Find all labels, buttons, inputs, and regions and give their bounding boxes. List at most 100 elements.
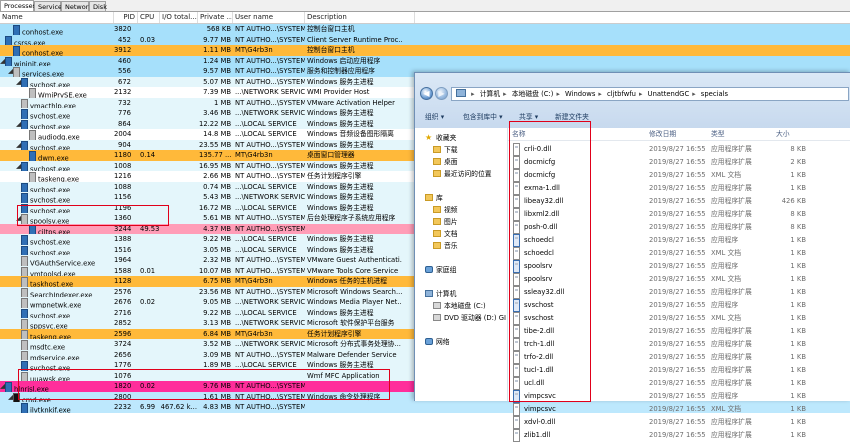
file-size: 1 KB	[790, 353, 806, 361]
breadcrumb-item[interactable]: UnattendGC	[648, 90, 690, 98]
process-private-bytes: 16.72 MB	[199, 203, 231, 212]
process-name-cell: ◢ wininit.exe	[0, 56, 114, 66]
folder-icon	[433, 218, 441, 225]
file-date: 2019/8/27 16:55	[649, 327, 706, 335]
process-private-bytes: 23.56 MB	[199, 287, 231, 296]
nav-item[interactable]: 家庭组	[425, 264, 456, 276]
tab-processes[interactable]: Processes	[0, 0, 36, 11]
process-name-cell: mdservice.exe	[0, 350, 130, 360]
process-pid: 556	[118, 67, 131, 75]
tab-network[interactable]: Network	[61, 1, 92, 11]
process-row[interactable]: conhost.exe 3912 1.11 MB MT\G4rb3n 控制台窗口主机	[0, 45, 850, 56]
breadcrumb-item[interactable]: specials	[701, 90, 728, 98]
file-size: 1 KB	[790, 301, 806, 309]
file-row[interactable]: xdvl-0.dll 2019/8/27 16:55 应用程序扩展 1 KB	[508, 416, 850, 429]
process-description: Microsoft 软件保护平台服务	[307, 319, 395, 327]
breadcrumb-item[interactable]: 本地磁盘 (C:)	[512, 90, 554, 98]
process-private-bytes: 5.43 MB	[203, 193, 231, 201]
nav-item[interactable]: 图片	[433, 216, 458, 228]
include-in-library-button[interactable]: 包含到库中 ▾	[463, 111, 503, 123]
process-private-bytes: 9.05 MB	[203, 298, 231, 306]
file-type: XML 文档	[711, 275, 742, 283]
nav-item[interactable]: ★ 收藏夹	[425, 132, 456, 144]
process-description: Windows 任务的主机进程	[307, 277, 388, 285]
process-name-cell: ilvtknkif.exe	[0, 402, 130, 413]
column-header-size[interactable]: 大小	[776, 128, 790, 140]
process-private-bytes: 7.39 MB	[203, 88, 231, 96]
process-description: Malware Defender Service	[307, 350, 397, 359]
breadcrumb-item[interactable]: 计算机	[480, 90, 500, 98]
process-row[interactable]: ◢ wininit.exe 460 1.24 MB NT AUTHO...\SYSTEM…	[0, 55, 850, 66]
file-size: 1 KB	[790, 327, 806, 335]
nav-item[interactable]: 本地磁盘 (C:)	[433, 300, 486, 312]
nav-item[interactable]: DVD 驱动器 (D:) GI	[433, 312, 506, 324]
nav-item[interactable]: 视频	[433, 204, 458, 216]
tab-disk[interactable]: Disk	[89, 1, 107, 11]
process-name-cell: wmpnetwk.exe	[0, 297, 130, 308]
file-size: 1 KB	[790, 314, 806, 322]
process-name-cell: ◢ services.exe	[0, 66, 122, 77]
column-header-date[interactable]: 修改日期	[649, 128, 676, 140]
favorites-star-icon: ★	[425, 133, 433, 142]
window-icon	[5, 56, 12, 66]
process-pid: 3820	[114, 25, 131, 33]
process-private-bytes: 2.66 MB	[203, 172, 231, 180]
breadcrumb-item[interactable]: Windows	[565, 90, 595, 98]
process-user-name: ...\NETWORK SERVICE	[235, 319, 305, 327]
column-header-cpu[interactable]: CPU	[138, 12, 160, 23]
nav-item[interactable]: 计算机	[425, 288, 456, 300]
process-name-cell: svchost.exe	[0, 308, 130, 318]
forward-button[interactable]: ▶	[435, 87, 448, 100]
tab-services[interactable]: Services	[34, 1, 65, 11]
nav-item[interactable]: 文档	[433, 228, 458, 240]
process-private-bytes: 135.77 ...	[199, 151, 231, 159]
process-row[interactable]: conhost.exe 3820 568 KB NT AUTHO...\SYSTEM 控…	[0, 24, 850, 35]
file-date: 2019/8/27 16:55	[649, 392, 706, 400]
window-icon	[29, 151, 36, 161]
process-io-total	[160, 297, 197, 308]
back-button[interactable]: ◀	[420, 87, 433, 100]
file-size: 1 KB	[790, 366, 806, 374]
column-header-description[interactable]: Description	[305, 12, 415, 23]
column-header-name[interactable]: Name	[0, 12, 114, 23]
file-type: 应用程序扩展	[711, 431, 752, 439]
process-name-cell: ◢ svchost.exe	[0, 161, 130, 171]
nav-item[interactable]: 最近访问的位置	[433, 168, 492, 180]
column-header-type[interactable]: 类型	[711, 128, 725, 140]
process-row[interactable]: csrss.exe 452 0.03 9.77 MB NT AUTHO...\SYSTE…	[0, 34, 850, 45]
file-type: XML 文档	[711, 171, 742, 179]
highlight-box-hlnrjsl	[18, 369, 390, 400]
file-row[interactable]: vimpcsvc 2019/8/27 16:55 XML 文档 1 KB	[508, 403, 850, 416]
breadcrumb-item[interactable]: cljtbfwfu	[607, 90, 636, 98]
file-type: 应用程序扩展	[711, 418, 752, 426]
process-description: 桌面窗口管理器	[307, 151, 355, 159]
process-io-total	[160, 308, 197, 319]
file-size: 1 KB	[790, 431, 806, 439]
nav-item[interactable]: 网络	[425, 336, 450, 348]
process-pid: 2004	[114, 130, 131, 138]
address-bar[interactable]: ▸ 计算机 ▸ 本地磁盘 (C:) ▸ Windows ▸ cljtbfwfu ▸ Un…	[451, 87, 849, 101]
file-date: 2019/8/27 16:55	[649, 158, 706, 166]
folder-icon	[433, 158, 441, 165]
process-private-bytes: 6.75 MB	[203, 277, 231, 285]
process-user-name: NT AUTHO...\SYSTEM	[235, 77, 305, 86]
process-user-name: ...\LOCAL SERVICE	[235, 182, 297, 191]
process-io-total	[160, 266, 197, 277]
folder-icon	[425, 194, 433, 201]
nav-item[interactable]: 库	[425, 192, 443, 204]
process-io-total	[160, 77, 197, 88]
process-pid: 2716	[114, 308, 131, 317]
file-date: 2019/8/27 16:55	[649, 236, 706, 244]
column-header-pid[interactable]: PID	[114, 12, 138, 23]
column-header-user-name[interactable]: User name	[233, 12, 305, 23]
column-header-io-total[interactable]: I/O total...	[160, 12, 198, 23]
column-header-private-bytes[interactable]: Private ...	[198, 12, 233, 23]
file-row[interactable]: zlib1.dll 2019/8/27 16:55 应用程序扩展 1 KB	[508, 429, 850, 442]
organize-button[interactable]: 组织 ▾	[425, 111, 444, 123]
file-size: 1 KB	[790, 236, 806, 244]
window-icon	[21, 140, 28, 150]
nav-item[interactable]: 桌面	[433, 156, 458, 168]
nav-item[interactable]: 下载	[433, 144, 458, 156]
network-icon	[425, 338, 433, 345]
nav-item[interactable]: 音乐	[433, 240, 458, 252]
